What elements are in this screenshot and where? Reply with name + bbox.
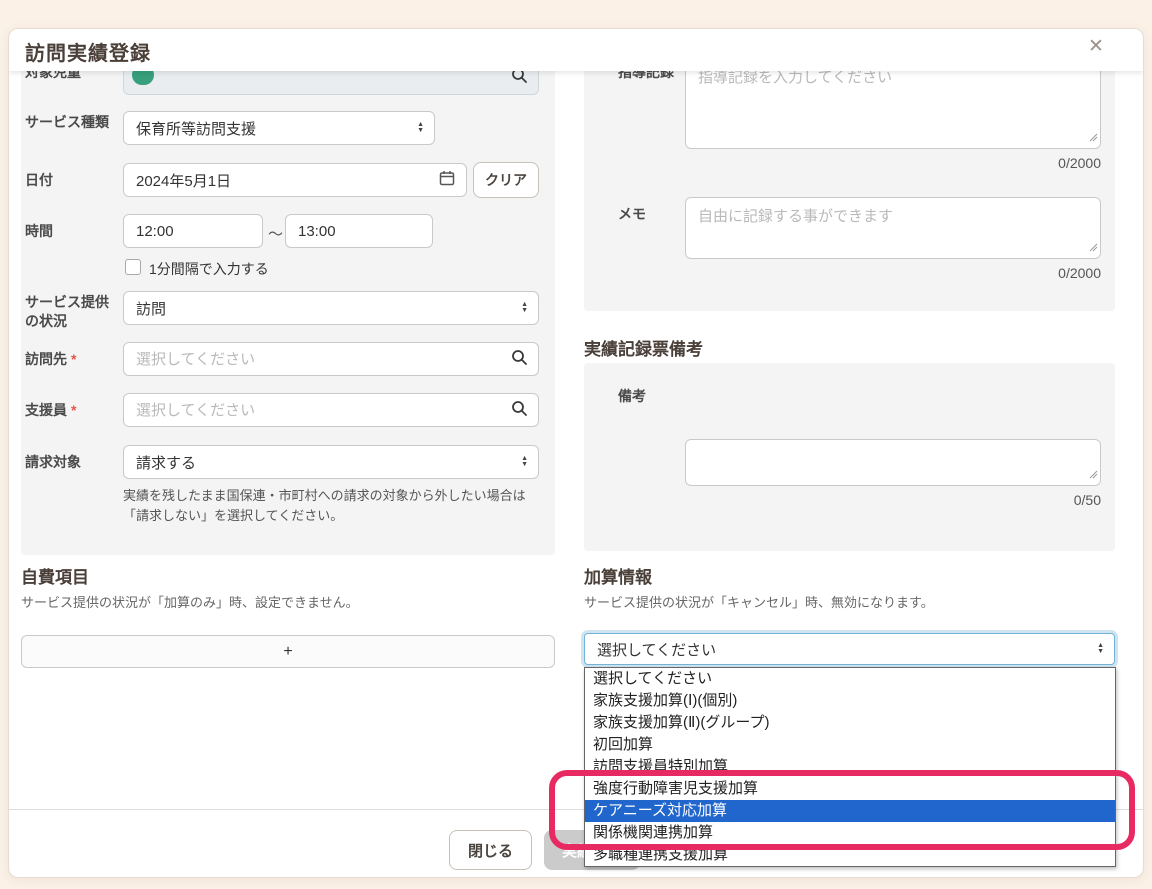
select-arrows-icon: ▲▼ (521, 302, 528, 314)
select-arrows-icon: ▲▼ (417, 122, 424, 134)
close-button[interactable]: 閉じる (449, 830, 532, 870)
service-type-select[interactable]: 保育所等訪問支援 ▲▼ (123, 111, 435, 145)
memo-field[interactable] (698, 205, 1088, 251)
time-end-input[interactable] (285, 214, 433, 248)
sheet-note-counter: 0/50 (685, 492, 1101, 508)
visit-destination-input[interactable] (123, 342, 539, 376)
time-start-value[interactable] (136, 223, 250, 240)
search-icon (511, 400, 527, 420)
option-related-agency-link[interactable]: 関係機関連携加算 (585, 822, 1115, 844)
date-value[interactable] (136, 172, 454, 189)
visit-destination-label: 訪問先* (25, 350, 76, 369)
date-input[interactable] (123, 163, 467, 197)
support-staff-label: 支援員* (25, 401, 76, 420)
self-pay-note: サービス提供の状況が「加算のみ」時、設定できません。 (21, 592, 359, 611)
option-family-support-1[interactable]: 家族支援加算(Ⅰ)(個別) (585, 690, 1115, 712)
resize-handle-icon[interactable] (1089, 466, 1098, 483)
service-status-label: サービス提供の状況 (25, 293, 109, 331)
guidance-record-field[interactable] (698, 66, 1088, 141)
required-asterisk: * (71, 402, 76, 418)
addition-info-heading: 加算情報 (584, 563, 652, 588)
modal-title: 訪問実績登録 (25, 37, 151, 66)
option-visit-staff-special[interactable]: 訪問支援員特別加算 (585, 756, 1115, 778)
select-arrows-icon: ▲▼ (521, 456, 528, 468)
memo-counter: 0/2000 (685, 265, 1101, 281)
option-first-time[interactable]: 初回加算 (585, 734, 1115, 756)
search-icon (511, 349, 527, 369)
time-start-input[interactable] (123, 214, 263, 248)
date-clear-button[interactable]: クリア (473, 162, 539, 198)
visit-destination-field[interactable] (136, 351, 526, 368)
memo-textarea[interactable] (685, 197, 1101, 259)
resize-handle-icon[interactable] (1089, 239, 1098, 256)
required-asterisk: * (71, 351, 76, 367)
option-care-needs[interactable]: ケアニーズ対応加算 (585, 800, 1115, 822)
addition-info-note: サービス提供の状況が「キャンセル」時、無効になります。 (584, 592, 934, 611)
addition-select-value: 選択してください (597, 639, 716, 660)
one-minute-interval-checkbox[interactable] (125, 259, 141, 275)
time-label: 時間 (25, 222, 53, 241)
service-status-select[interactable]: 訪問 ▲▼ (123, 291, 539, 325)
billing-select[interactable]: 請求する ▲▼ (123, 445, 539, 479)
self-pay-heading: 自費項目 (21, 563, 89, 588)
option-multi-profession-link[interactable]: 多職種連携支援加算 (585, 844, 1115, 866)
billing-hint: 実績を残したまま国保連・市町村への請求の対象から外したい場合は「請求しない」を選… (123, 486, 537, 525)
addition-select[interactable]: 選択してください ▲▼ (584, 633, 1115, 665)
support-staff-field[interactable] (136, 402, 526, 419)
one-minute-interval-label: 1分間隔で入力する (149, 259, 269, 279)
service-status-value: 訪問 (136, 298, 166, 319)
memo-label: メモ (618, 205, 646, 224)
sheet-note-textarea[interactable] (685, 439, 1101, 486)
sheet-note-label: 備考 (618, 387, 646, 406)
time-end-value[interactable] (298, 223, 420, 240)
page-background: 対象児童 サービス種類 保育所等訪問支援 ▲▼ 日付 クリア 時間 ～ (0, 0, 1152, 889)
record-sheet-note-heading: 実績記録票備考 (584, 335, 703, 360)
close-icon[interactable]: ✕ (1083, 34, 1109, 60)
support-staff-input[interactable] (123, 393, 539, 427)
select-arrows-icon: ▲▼ (1097, 643, 1104, 655)
billing-label: 請求対象 (25, 453, 81, 472)
visit-record-modal: 対象児童 サービス種類 保育所等訪問支援 ▲▼ 日付 クリア 時間 ～ (8, 28, 1144, 878)
billing-value: 請求する (136, 452, 196, 473)
option-please-select[interactable]: 選択してください (585, 668, 1115, 690)
option-intense-behavior-support[interactable]: 強度行動障害児支援加算 (585, 778, 1115, 800)
guidance-record-counter: 0/2000 (685, 155, 1101, 171)
calendar-icon[interactable] (439, 170, 455, 190)
addition-options-listbox: 選択してください 家族支援加算(Ⅰ)(個別) 家族支援加算(Ⅱ)(グループ) 初… (584, 667, 1116, 867)
modal-header: 訪問実績登録 ✕ (9, 29, 1143, 71)
sheet-note-field[interactable] (698, 447, 1088, 478)
resize-handle-icon[interactable] (1089, 129, 1098, 146)
add-self-pay-item-button[interactable]: + (21, 635, 555, 668)
service-type-value: 保育所等訪問支援 (136, 118, 256, 139)
time-separator: ～ (268, 223, 283, 244)
date-label: 日付 (25, 171, 53, 190)
guidance-record-textarea[interactable] (685, 58, 1101, 149)
service-type-label: サービス種類 (25, 113, 109, 132)
option-family-support-2[interactable]: 家族支援加算(Ⅱ)(グループ) (585, 712, 1115, 734)
